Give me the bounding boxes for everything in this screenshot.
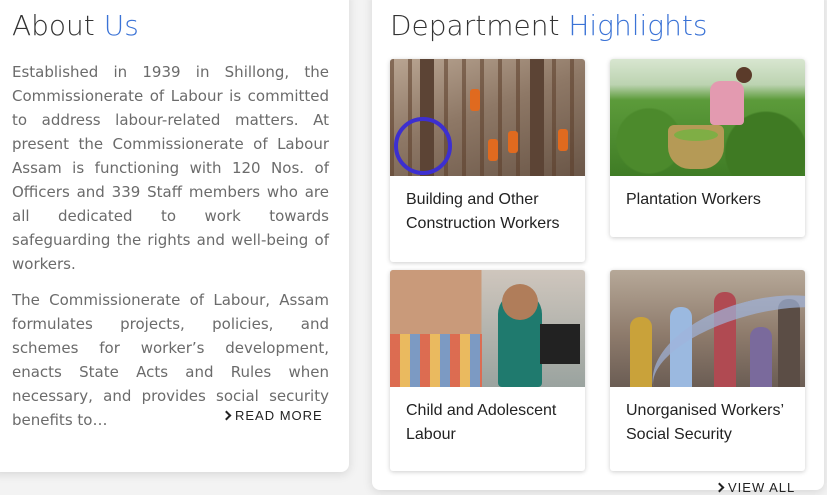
unorganised-workers-image: [610, 270, 805, 387]
about-paragraph-1: Established in 1939 in Shillong, the Com…: [12, 63, 329, 273]
tile-label: Unorganised Workers’ Social Security: [626, 402, 784, 443]
tile-child-labour[interactable]: Child and Adolescent Labour: [390, 270, 585, 471]
department-title: Department Highlights: [390, 9, 707, 42]
child-labour-image: [390, 270, 585, 387]
tile-construction-workers[interactable]: Building and Other Construction Workers: [390, 59, 585, 262]
about-body: Established in 1939 in Shillong, the Com…: [12, 60, 329, 432]
highlight-circle: [394, 117, 452, 175]
about-title-accent: Us: [103, 9, 139, 42]
chevron-right-icon: [221, 410, 232, 421]
read-more-link[interactable]: READ MORE: [221, 408, 323, 423]
tile-label: Plantation Workers: [626, 191, 761, 208]
tile-plantation-workers[interactable]: Plantation Workers: [610, 59, 805, 237]
about-title-plain: About: [12, 9, 95, 42]
tile-unorganised-workers[interactable]: Unorganised Workers’ Social Security: [610, 270, 805, 471]
read-more-label: READ MORE: [235, 408, 323, 423]
about-title: About Us: [12, 9, 139, 42]
view-all-link[interactable]: VIEW ALL: [714, 480, 796, 495]
department-title-accent: Highlights: [568, 9, 708, 42]
tile-label: Building and Other Construction Workers: [406, 191, 560, 232]
tile-label: Child and Adolescent Labour: [406, 402, 557, 443]
view-all-label: VIEW ALL: [728, 480, 796, 495]
construction-workers-image: [390, 59, 585, 176]
department-title-plain: Department: [390, 9, 560, 42]
chevron-right-icon: [714, 482, 725, 493]
plantation-workers-image: [610, 59, 805, 176]
